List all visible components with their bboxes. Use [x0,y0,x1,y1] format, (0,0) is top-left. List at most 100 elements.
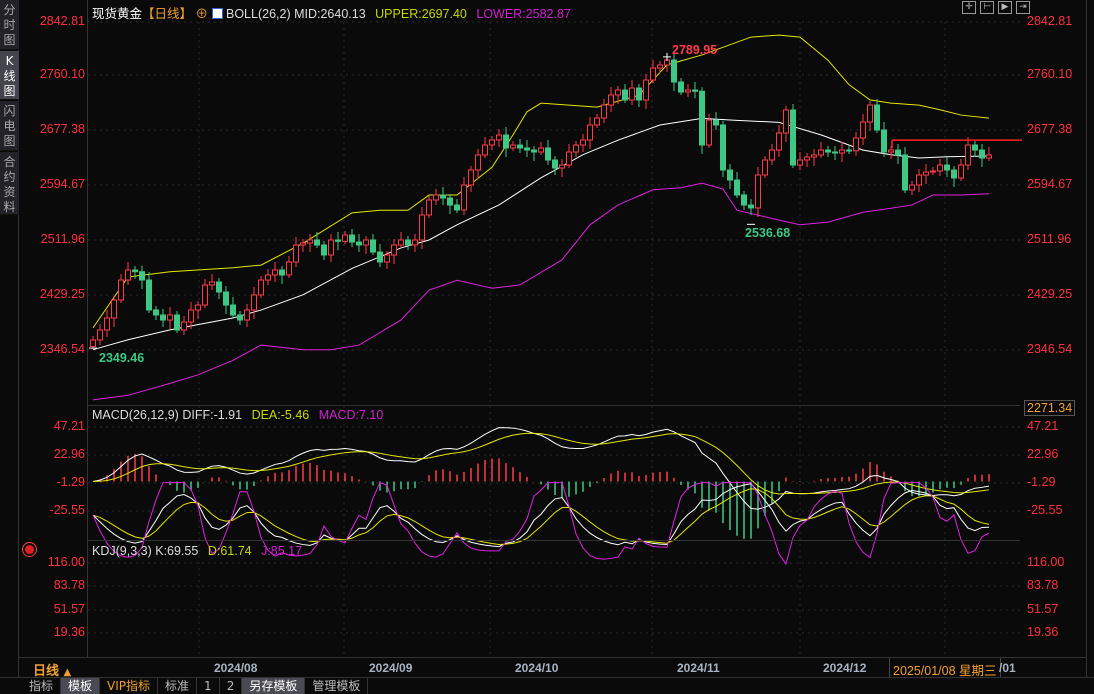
candle-body [944,164,950,171]
candle-body [412,239,418,246]
candle-body [832,151,838,154]
candle-body [97,329,103,341]
tab-1[interactable]: 1 [197,678,220,694]
macd-value: MACD:7.10 [318,408,384,422]
panel-divider [88,540,1020,541]
vertical-scrollbar[interactable] [1086,0,1094,678]
cursor-date: 2025/01/08 [893,664,956,678]
candle-body [230,304,236,316]
candle-body [496,134,502,141]
high-annotation: 2789.95 [672,43,718,57]
bottom-tab-bar: 指标 模板 VIP指标 标准 1 2 另存模板 管理模板 [0,677,1094,694]
candle-body [867,104,873,123]
tab-templates[interactable]: 模板 [61,678,101,694]
play-icon[interactable]: ▶ [998,1,1012,14]
candle-body [251,294,257,311]
candle-body [608,94,614,106]
candle-body [132,269,138,273]
candle-body [916,174,922,186]
candle-body [580,139,586,146]
tab-standard[interactable]: 标准 [158,678,198,694]
dea-line [92,432,990,495]
candle-body [426,199,432,216]
candle-body [335,239,341,242]
candle-body [321,244,327,256]
candle-body [167,314,173,321]
candle-body [489,139,495,146]
kdj-label: 51.57 [1027,602,1059,616]
candle-body [888,149,894,153]
candle-body [573,144,579,153]
chart-header: 现货黄金【日线】 ⊕ BOLL(26,2) MID:2640.13 UPPER:… [92,3,571,22]
candle-body [839,149,845,154]
macd-label: 47.21 [1027,419,1059,433]
candle-body [790,109,796,166]
candle-body [475,154,481,171]
candle-body [160,314,166,321]
boll-lower: LOWER:2582.87 [476,7,571,21]
candle-body [258,279,264,296]
candle-body [671,59,677,83]
candle-body [111,299,117,319]
boll-mid: BOLL(26,2) MID:2640.13 [226,7,366,21]
candle-body [279,269,285,276]
macd-label: -1.29 [1027,475,1056,489]
candle-body [454,204,460,211]
tab-indicators[interactable]: 指标 [22,678,62,694]
candle-body [804,156,810,161]
zoom-range-icon[interactable]: ⊢ [980,1,994,14]
date-label: 2024/10 [515,661,559,675]
candle-body [419,214,425,241]
cursor-price-box: 2271.34 [1024,400,1076,416]
period-label: 【日线】 [142,7,193,21]
candle-body [307,239,313,244]
candle-body [776,132,782,151]
candle-body [972,144,978,151]
candle-body [314,239,320,246]
candle-body [741,194,747,206]
kdj-title: KDJ(9,3,3) [92,544,152,558]
kdj-label: 83.78 [1027,578,1059,592]
candle-body [510,144,516,149]
candle-body [286,261,292,276]
candle-body [188,309,194,323]
candle-body [965,144,971,166]
candle-body [237,314,243,321]
candle-body [125,269,131,281]
candle-body [734,179,740,196]
tab-save-template[interactable]: 另存模板 [242,678,306,694]
date-axis: 日线 ▲ 2024/08 2024/09 2024/10 2024/11 202… [19,657,1086,679]
candle-body [930,170,936,173]
candle-body [629,87,635,101]
kdj-k: K:69.55 [155,544,199,558]
candle-body [244,309,250,321]
crosshair-icon[interactable]: ⊕ [196,7,209,21]
candle-body [685,89,691,93]
candle-body [748,204,754,209]
candle-body [349,234,355,243]
macd-label: -25.55 [1027,503,1063,517]
crosshair-icon[interactable]: ✛ [962,1,976,14]
kdj-header: KDJ(9,3,3) K:69.55 D:61.74 J:85.17 [92,544,302,558]
candle-body [202,284,208,306]
candle-body [657,64,663,69]
candle-body [706,119,712,146]
tab-vip-indicators[interactable]: VIP指标 [100,678,159,694]
macd-title: MACD(26,12,9) [92,408,179,422]
candle-body [272,269,278,276]
candle-body [720,124,726,171]
candle-body [384,254,390,263]
candle-body [139,271,145,281]
panel-divider [88,405,1020,406]
candle-body [636,87,642,101]
candle-body [825,149,831,153]
tab-manage-templates[interactable]: 管理模板 [305,678,369,694]
indicator-chart-icon[interactable] [211,8,223,19]
chart-canvas[interactable] [0,0,1094,694]
candle-body [601,104,607,119]
candle-body [874,104,880,131]
kdj-d: D:61.74 [207,544,252,558]
tab-2[interactable]: 2 [220,678,243,694]
price-label: 2677.38 [1027,122,1073,136]
candle-body [811,154,817,158]
